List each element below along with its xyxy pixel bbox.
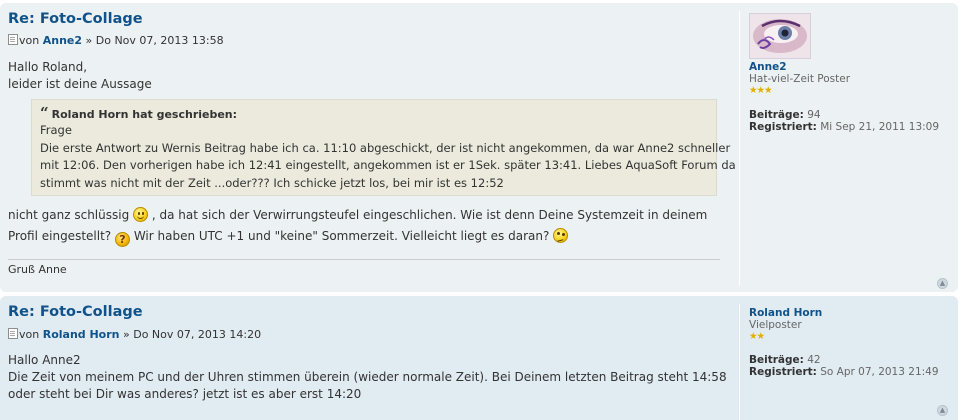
registered-date: So Apr 07, 2013 21:49 xyxy=(820,366,939,378)
profile-divider xyxy=(739,304,740,420)
posts-label: Beiträge: xyxy=(749,109,804,121)
profile-rank: Vielposter xyxy=(749,319,802,331)
post-meta: von Roland Horn » Do Nov 07, 2013 14:20 xyxy=(8,328,261,341)
body-line: Hallo Roland, xyxy=(8,60,88,74)
top-arrow-icon[interactable]: ▲ xyxy=(937,278,948,289)
quote-line: Frage xyxy=(40,123,72,137)
confused-icon xyxy=(553,228,569,243)
profile-rank: Hat-viel-Zeit Poster xyxy=(749,73,851,85)
body-text: Wir haben UTC +1 und "keine" Sommerzeit.… xyxy=(133,229,550,243)
body-line: Profil eingestellt? ? Wir haben UTC +1 u… xyxy=(8,226,707,247)
body-text: nicht ganz schlüssig xyxy=(8,208,130,222)
meta-separator: » xyxy=(123,328,130,341)
rank-stars-icon: ★★★ xyxy=(749,85,773,96)
post-meta: von Anne2 » Do Nov 07, 2013 13:58 xyxy=(8,34,224,47)
quote-line: Die erste Antwort zu Wernis Beitrag habe… xyxy=(40,140,731,155)
quote-mark-icon: “ xyxy=(40,104,49,122)
top-arrow-icon[interactable]: ▲ xyxy=(937,405,948,416)
body-line: Die Zeit von meinem PC und der Uhren sti… xyxy=(8,370,727,384)
quote-block: “Roland Horn hat geschrieben: Frage Die … xyxy=(31,99,736,196)
profile-name[interactable]: Roland Horn xyxy=(749,307,939,319)
registered-label: Registriert: xyxy=(749,366,817,378)
body-line: oder steht bei Dir was anderes? jetzt is… xyxy=(8,387,362,401)
post-body-after-quote: nicht ganz schlüssig , da hat sich der V… xyxy=(8,205,707,247)
post-date: Do Nov 07, 2013 13:58 xyxy=(95,34,224,47)
posts-count: 42 xyxy=(807,354,821,366)
profile-panel: Anne2 Hat-viel-Zeit Poster ★★★ Beiträge:… xyxy=(749,61,939,133)
quote-cite-text: Roland Horn hat geschrieben: xyxy=(51,108,238,121)
body-text: Profil eingestellt? xyxy=(8,229,112,243)
post-title[interactable]: Re: Foto-Collage xyxy=(8,304,143,320)
quote-cite: “Roland Horn hat geschrieben: xyxy=(40,106,708,122)
question-icon: ? xyxy=(114,232,130,247)
registered-label: Registriert: xyxy=(749,121,817,133)
profile-panel: Roland Horn Vielposter ★★ Beiträge: 42 R… xyxy=(749,307,939,378)
quote-line: mit 12:06. Den vorherigen habe ich 12:41… xyxy=(40,158,736,172)
author-link[interactable]: Anne2 xyxy=(43,34,82,47)
registered-date: Mi Sep 21, 2011 13:09 xyxy=(820,121,940,133)
meta-prefix: von xyxy=(19,34,40,47)
author-link[interactable]: Roland Horn xyxy=(43,328,120,341)
body-line: leider ist deine Aussage xyxy=(8,77,152,91)
rank-stars-icon: ★★ xyxy=(749,331,765,342)
post-icon[interactable] xyxy=(8,34,18,45)
body-line: nicht ganz schlüssig , da hat sich der V… xyxy=(8,205,707,226)
meta-prefix: von xyxy=(19,328,40,341)
body-line: Hallo Anne2 xyxy=(8,353,81,367)
posts-label: Beiträge: xyxy=(749,354,804,366)
avatar-image xyxy=(750,14,810,58)
post-date: Do Nov 07, 2013 14:20 xyxy=(133,328,262,341)
quote-line: stimmt was nicht mit der Zeit ...oder???… xyxy=(40,175,504,190)
posts-count: 94 xyxy=(807,109,821,121)
body-text: , da hat sich der Verwirrungsteufel eing… xyxy=(151,208,708,222)
post-body: Hallo Anne2 Die Zeit von meinem PC und d… xyxy=(8,352,727,403)
meta-separator: » xyxy=(85,34,93,47)
profile-name[interactable]: Anne2 xyxy=(749,61,939,73)
post-2: Re: Foto-Collage von Roland Horn » Do No… xyxy=(0,296,958,420)
signature: Gruß Anne xyxy=(8,263,67,276)
signature-divider xyxy=(8,259,720,260)
profile-divider xyxy=(739,11,740,286)
avatar[interactable] xyxy=(749,13,811,59)
post-body: Hallo Roland, leider ist deine Aussage xyxy=(8,59,152,93)
smile-icon xyxy=(133,207,149,222)
post-title[interactable]: Re: Foto-Collage xyxy=(8,11,143,27)
post-1: Re: Foto-Collage von Anne2 » Do Nov 07, … xyxy=(0,3,958,292)
post-icon[interactable] xyxy=(8,328,18,339)
